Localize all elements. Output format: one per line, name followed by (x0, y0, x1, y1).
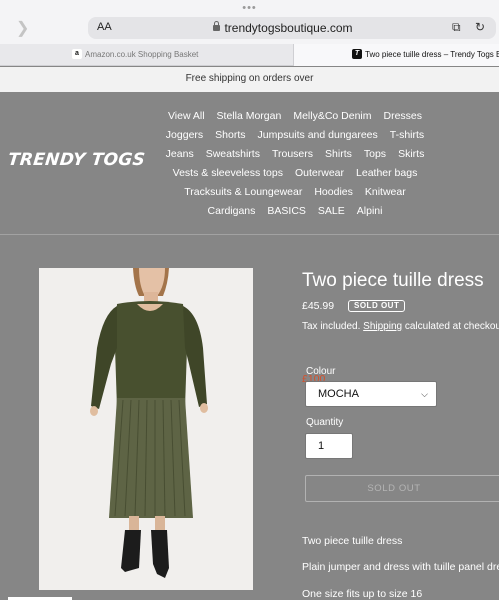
colour-value: MOCHA (318, 388, 359, 400)
nav-link-knitwear[interactable]: Knitwear (365, 184, 406, 203)
nav-link-tracksuits-loungewear[interactable]: Tracksuits & Loungewear (184, 184, 302, 203)
tab-title: Two piece tuille dress – Trendy Togs Bou… (365, 50, 499, 59)
model-photo-illustration (39, 268, 253, 590)
amazon-favicon-icon: a (72, 48, 82, 59)
nav-row: Tracksuits & Loungewear Hoodies Knitwear (150, 184, 440, 203)
url-text[interactable]: trendytogsboutique.com (88, 21, 478, 35)
back-arrow-icon[interactable]: ❯ (16, 18, 29, 38)
description-line: Plain jumper and dress with tuille panel… (302, 561, 499, 573)
tab-title: Amazon.co.uk Shopping Basket (85, 50, 199, 59)
nav-row: Jeans Sweatshirts Trousers Shirts Tops Skirts (150, 146, 440, 165)
nav-link-jumpsuits-and-dungarees[interactable]: Jumpsuits and dungarees (258, 127, 378, 146)
nav-link-shorts[interactable]: Shorts (215, 127, 245, 146)
nav-link-tops[interactable]: Tops (364, 146, 386, 165)
url-label: trendytogsboutique.com (224, 21, 353, 35)
sold-out-badge: SOLD OUT (348, 300, 406, 312)
nav-link-melly-co-denim[interactable]: Melly&Co Denim (293, 108, 371, 127)
nav-row: View All Stella Morgan Melly&Co Denim Dress… (150, 108, 440, 127)
nav-link-leather-bags[interactable]: Leather bags (356, 165, 417, 184)
description-line: Two piece tuille dress (302, 535, 403, 547)
tab-amazon[interactable]: a Amazon.co.uk Shopping Basket (0, 44, 293, 66)
tax-text: Tax included. (302, 321, 361, 332)
nav-link-vests-sleeveless-tops[interactable]: Vests & sleeveless tops (173, 165, 283, 184)
quantity-input[interactable]: 1 (305, 433, 353, 459)
nav-link-hoodies[interactable]: Hoodies (314, 184, 353, 203)
reload-icon[interactable]: ↻ (475, 20, 485, 34)
address-bar[interactable]: AA trendytogsboutique.com ⧉ ↻ (88, 17, 496, 39)
browser-toolbar: ••• ❯ AA trendytogsboutique.com ⧉ ↻ (0, 0, 499, 44)
trendy-togs-favicon-icon: T (352, 48, 362, 59)
colour-select[interactable]: MOCHA ⌵ (305, 381, 437, 407)
translate-icon[interactable]: ⧉ (452, 20, 461, 35)
nav-row: Vests & sleeveless tops Outerwear Leather … (150, 165, 440, 184)
window-dots-icon[interactable]: ••• (0, 2, 499, 14)
colour-label: Colour (306, 366, 336, 377)
nav-link-cardigans[interactable]: Cardigans (208, 203, 256, 222)
tab-bar: aAmazon.co.uk Shopping Basket × TTwo pie… (0, 44, 499, 66)
nav-link-sweatshirts[interactable]: Sweatshirts (206, 146, 260, 165)
site-logo[interactable]: TRENDY TOGS (7, 150, 146, 170)
announcement-bar[interactable]: Free shipping on orders over £100 (0, 67, 499, 385)
sold-out-button[interactable]: SOLD OUT (305, 475, 499, 502)
nav-link-view-all[interactable]: View All (168, 108, 205, 127)
nav-link-t-shirts[interactable]: T-shirts (390, 127, 424, 146)
nav-link-basics[interactable]: BASICS (267, 203, 306, 222)
tax-note: Tax included. Shipping calculated at che… (302, 321, 499, 332)
nav-link-dresses[interactable]: Dresses (384, 108, 423, 127)
announcement-text: Free shipping on orders over (185, 73, 314, 84)
product-title: Two piece tuille dress (302, 270, 484, 291)
tax-suffix: calculated at checkout. (404, 321, 499, 332)
description-line: One size fits up to size 16 (302, 588, 423, 600)
main-nav: View All Stella Morgan Melly&Co Denim Dress… (150, 108, 440, 222)
nav-link-joggers[interactable]: Joggers (166, 127, 203, 146)
nav-link-jeans[interactable]: Jeans (166, 146, 194, 165)
header-divider (0, 234, 499, 235)
quantity-label: Quantity (306, 417, 344, 428)
nav-link-outerwear[interactable]: Outerwear (295, 165, 344, 184)
product-image[interactable] (39, 268, 253, 590)
product-price: £45.99 (302, 300, 335, 312)
nav-link-skirts[interactable]: Skirts (398, 146, 424, 165)
tab-trendy-togs[interactable]: TTwo piece tuille dress – Trendy Togs Bo… (293, 44, 499, 66)
nav-row: Joggers Shorts Jumpsuits and dungarees T-sh… (150, 127, 440, 146)
nav-link-shirts[interactable]: Shirts (325, 146, 352, 165)
nav-link-trousers[interactable]: Trousers (272, 146, 313, 165)
nav-row: Cardigans BASICS SALE Alpini (150, 203, 440, 222)
chevron-down-icon: ⌵ (421, 389, 428, 399)
nav-link-alpini[interactable]: Alpini (357, 203, 383, 222)
nav-link-stella-morgan[interactable]: Stella Morgan (217, 108, 282, 127)
nav-link-sale[interactable]: SALE (318, 203, 345, 222)
lock-icon (213, 21, 221, 31)
shipping-link[interactable]: Shipping (363, 321, 402, 332)
